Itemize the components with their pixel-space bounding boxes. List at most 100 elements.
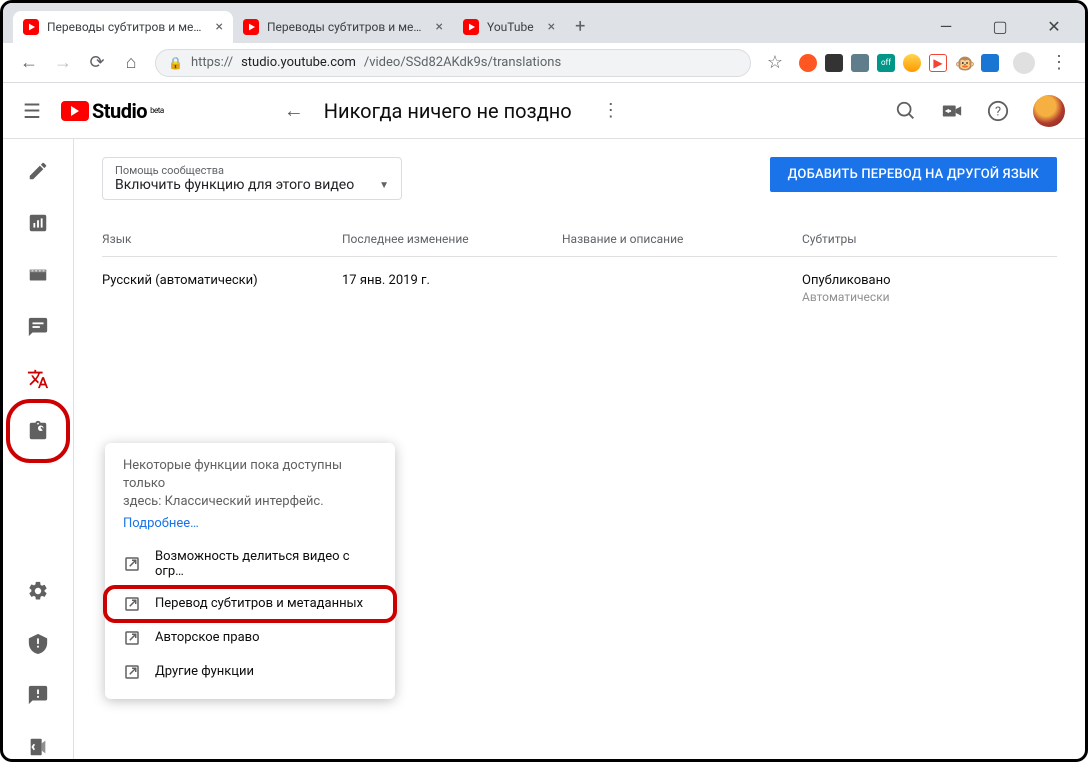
close-window-button[interactable]: ✕ bbox=[1045, 17, 1063, 36]
browser-tab[interactable]: Переводы субтитров и метадан × bbox=[233, 11, 453, 43]
external-link-icon bbox=[123, 555, 141, 573]
community-value: Включить функцию для этого видео bbox=[115, 177, 354, 193]
extension-icon[interactable] bbox=[851, 54, 869, 72]
menu-item-label: Возможность делиться видео с огр… bbox=[155, 549, 377, 579]
browser-menu-icon[interactable]: ⋮ bbox=[1049, 52, 1069, 73]
tab-close-icon[interactable]: × bbox=[216, 19, 223, 35]
translations-icon[interactable] bbox=[26, 367, 50, 391]
settings-icon[interactable] bbox=[26, 579, 50, 603]
table-header-row: Язык Последнее изменение Название и опис… bbox=[102, 222, 1057, 257]
column-header-title-desc: Название и описание bbox=[562, 232, 802, 246]
tab-bar: Переводы субтитров и метадан × Переводы … bbox=[3, 3, 1085, 43]
community-help-select[interactable]: Помощь сообщества Включить функцию для э… bbox=[102, 157, 402, 200]
comments-icon[interactable] bbox=[26, 315, 50, 339]
browser-window: — ▢ ✕ Переводы субтитров и метадан × Пер… bbox=[0, 0, 1088, 762]
extension-icons: off ▶ 🐵 bbox=[799, 54, 999, 72]
tab-close-icon[interactable]: × bbox=[548, 19, 555, 35]
create-video-icon[interactable] bbox=[941, 100, 963, 122]
external-link-icon bbox=[123, 595, 141, 613]
extension-icon[interactable] bbox=[799, 54, 817, 72]
url-path: /video/SSd82AKdk9s/translations bbox=[364, 55, 561, 70]
extension-icon[interactable]: off bbox=[877, 54, 895, 72]
address-bar: ← → ⟳ ⌂ 🔒 https:// studio.youtube.com/vid… bbox=[3, 43, 1085, 83]
maximize-button[interactable]: ▢ bbox=[991, 17, 1009, 36]
home-icon[interactable]: ⌂ bbox=[121, 52, 141, 73]
other-features-icon[interactable] bbox=[26, 419, 50, 443]
column-header-modified: Последнее изменение bbox=[342, 232, 562, 246]
menu-item-label: Перевод субтитров и метаданных bbox=[155, 596, 363, 611]
popup-message: Некоторые функции пока доступны только з… bbox=[105, 457, 395, 512]
studio-logo[interactable]: Studiobeta bbox=[61, 99, 164, 123]
menu-item-label: Другие функции bbox=[155, 664, 254, 679]
popup-menu-item-copyright[interactable]: Авторское право bbox=[105, 621, 395, 655]
column-header-subtitles: Субтитры bbox=[802, 232, 1057, 246]
youtube-favicon bbox=[243, 19, 259, 35]
youtube-icon bbox=[61, 101, 89, 121]
extension-icon[interactable]: ▶ bbox=[929, 54, 947, 72]
cell-title-desc bbox=[562, 273, 802, 304]
cell-language: Русский (автоматически) bbox=[102, 273, 342, 304]
subtitles-status: Опубликовано bbox=[802, 273, 1057, 288]
hamburger-menu-icon[interactable]: ☰ bbox=[23, 99, 41, 123]
menu-item-label: Авторское право bbox=[155, 630, 260, 645]
feedback-icon[interactable] bbox=[26, 683, 50, 707]
translations-table: Язык Последнее изменение Название и опис… bbox=[102, 222, 1057, 320]
youtube-favicon bbox=[23, 19, 39, 35]
reload-icon[interactable]: ⟳ bbox=[87, 52, 107, 73]
cell-subtitles: Опубликовано Автоматически bbox=[802, 273, 1057, 304]
browser-tab[interactable]: Переводы субтитров и метадан × bbox=[13, 11, 233, 43]
tab-title: Переводы субтитров и метадан bbox=[47, 20, 202, 34]
external-link-icon bbox=[123, 663, 141, 681]
learn-more-link[interactable]: Подробнее… bbox=[105, 512, 217, 541]
url-host: studio.youtube.com bbox=[241, 55, 356, 70]
popup-menu-item-share[interactable]: Возможность делиться видео с огр… bbox=[105, 541, 395, 587]
whats-new-icon[interactable] bbox=[26, 631, 50, 655]
more-options-icon[interactable]: ⋮ bbox=[602, 100, 620, 121]
extension-icon[interactable] bbox=[981, 54, 999, 72]
community-label: Помощь сообщества bbox=[115, 164, 389, 177]
app-header: ☰ Studiobeta ← Никогда ничего не поздно … bbox=[3, 83, 1085, 139]
extension-icon[interactable]: 🐵 bbox=[955, 54, 973, 72]
analytics-icon[interactable] bbox=[26, 211, 50, 235]
chevron-down-icon: ▼ bbox=[379, 180, 389, 191]
page-back-icon[interactable]: ← bbox=[284, 98, 304, 123]
page-title: Никогда ничего не поздно bbox=[324, 99, 572, 123]
window-controls: — ▢ ✕ bbox=[937, 17, 1063, 36]
popup-menu-item-translation[interactable]: Перевод субтитров и метаданных bbox=[105, 587, 395, 621]
browser-tab[interactable]: YouTube × bbox=[453, 11, 565, 43]
classic-features-popup: Некоторые функции пока доступны только з… bbox=[105, 443, 395, 699]
external-link-icon bbox=[123, 629, 141, 647]
creator-studio-classic-icon[interactable] bbox=[26, 735, 50, 759]
search-icon[interactable] bbox=[895, 100, 917, 122]
minimize-button[interactable]: — bbox=[937, 17, 955, 36]
column-header-language: Язык bbox=[102, 232, 342, 246]
subtitles-note: Автоматически bbox=[802, 290, 1057, 304]
tab-title: YouTube bbox=[487, 20, 534, 34]
star-icon[interactable]: ☆ bbox=[765, 52, 785, 73]
header-actions: ? bbox=[895, 95, 1065, 127]
new-tab-button[interactable]: + bbox=[565, 10, 595, 43]
tab-title: Переводы субтитров и метадан bbox=[267, 20, 422, 34]
help-icon[interactable]: ? bbox=[987, 100, 1009, 122]
forward-icon[interactable]: → bbox=[53, 52, 73, 73]
back-icon[interactable]: ← bbox=[19, 52, 39, 73]
url-scheme: https:// bbox=[191, 55, 233, 70]
edit-icon[interactable] bbox=[26, 159, 50, 183]
logo-text: Studio bbox=[92, 99, 147, 123]
cell-modified: 17 янв. 2019 г. bbox=[342, 273, 562, 304]
logo-beta: beta bbox=[150, 106, 164, 115]
profile-icon[interactable] bbox=[1013, 52, 1035, 74]
url-input[interactable]: 🔒 https:// studio.youtube.com/video/SSd82… bbox=[155, 49, 751, 77]
svg-text:?: ? bbox=[995, 104, 1001, 119]
tab-close-icon[interactable]: × bbox=[436, 19, 443, 35]
lock-icon: 🔒 bbox=[168, 56, 183, 70]
add-translation-button[interactable]: ДОБАВИТЬ ПЕРЕВОД НА ДРУГОЙ ЯЗЫК bbox=[770, 157, 1057, 192]
extension-icon[interactable] bbox=[903, 54, 921, 72]
table-row[interactable]: Русский (автоматически) 17 янв. 2019 г. … bbox=[102, 257, 1057, 320]
popup-menu-item-other[interactable]: Другие функции bbox=[105, 655, 395, 689]
extension-icon[interactable] bbox=[825, 54, 843, 72]
account-avatar[interactable] bbox=[1033, 95, 1065, 127]
youtube-favicon bbox=[463, 19, 479, 35]
editor-icon[interactable] bbox=[26, 263, 50, 287]
sidebar bbox=[3, 139, 73, 759]
